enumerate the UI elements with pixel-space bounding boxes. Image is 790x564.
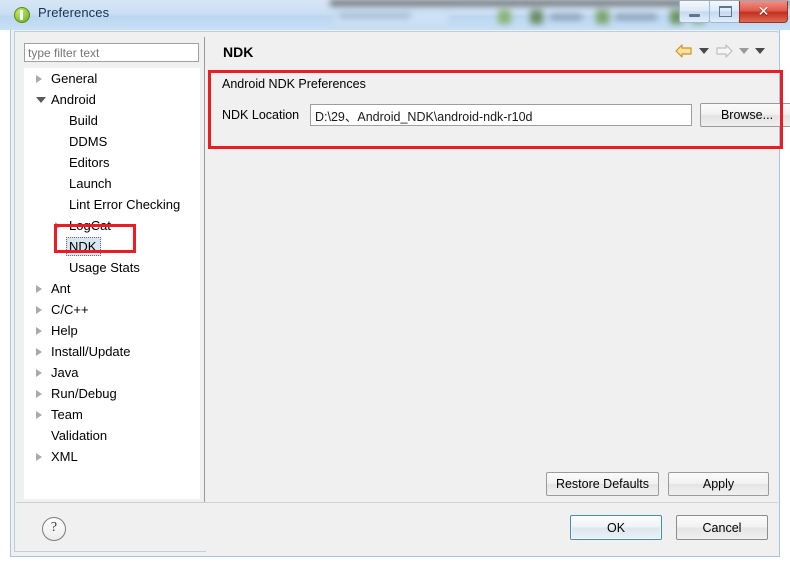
arrow-left-icon[interactable] [675, 44, 693, 58]
sidebar-item-label: Build [69, 113, 98, 128]
window-titlebar[interactable]: Preferences ✕ [0, 0, 790, 30]
chevron-right-icon[interactable] [36, 75, 42, 83]
sidebar-item-java[interactable]: Java [24, 362, 200, 383]
minimize-icon [689, 14, 700, 17]
sidebar-item-label: Validation [51, 428, 108, 443]
sidebar-item-lint-error-checking[interactable]: Lint Error Checking [24, 194, 200, 215]
sidebar-item-ndk[interactable]: NDK [24, 236, 200, 257]
apply-button[interactable]: Apply [668, 472, 769, 496]
sidebar-item-label: Ant [51, 281, 71, 296]
sidebar-item-label: DDMS [69, 134, 108, 149]
restore-defaults-button[interactable]: Restore Defaults [546, 472, 659, 496]
arrow-right-icon [715, 44, 733, 58]
sidebar-item-label: Android [51, 92, 96, 107]
sidebar-item-android[interactable]: Android [24, 89, 200, 110]
ndk-location-label: NDK Location [222, 108, 300, 122]
sidebar-item-general[interactable]: General [24, 68, 200, 89]
sidebar-item-help[interactable]: Help [24, 320, 200, 341]
sidebar-item-ant[interactable]: Ant [24, 278, 200, 299]
sidebar-item-validation[interactable]: Validation [24, 425, 200, 446]
sidebar-item-label: Java [51, 365, 79, 380]
maximize-icon [719, 6, 732, 17]
sidebar-item-ddms[interactable]: DDMS [24, 131, 200, 152]
page-title: NDK [223, 44, 254, 60]
browse-button[interactable]: Browse... [700, 103, 790, 127]
sidebar-item-label: Launch [69, 176, 112, 191]
page-nav-icons [675, 44, 765, 58]
chevron-down-icon[interactable] [36, 97, 46, 103]
close-button[interactable]: ✕ [739, 1, 788, 23]
sidebar-item-label: Lint Error Checking [69, 197, 181, 212]
sidebar-item-build[interactable]: Build [24, 110, 200, 131]
sidebar-item-label: NDK [69, 239, 97, 254]
chevron-right-icon[interactable] [55, 222, 61, 230]
sidebar-item-xml[interactable]: XML [24, 446, 200, 467]
maximize-button[interactable] [709, 1, 740, 23]
dialog-footer: ? OK Cancel [16, 503, 778, 551]
sidebar-item-run-debug[interactable]: Run/Debug [24, 383, 200, 404]
chevron-right-icon[interactable] [36, 327, 42, 335]
group-title: Android NDK Preferences [222, 77, 366, 91]
chevron-right-icon[interactable] [36, 306, 42, 314]
sidebar-item-label: Help [51, 323, 78, 338]
sidebar-item-c-c[interactable]: C/C++ [24, 299, 200, 320]
chevron-right-icon[interactable] [36, 369, 42, 377]
dialog-body: General Android Build DDMS Editors Launch Lint… [14, 31, 790, 552]
window-title: Preferences [38, 5, 110, 20]
sidebar-item-install-update[interactable]: Install/Update [24, 341, 200, 362]
sidebar-item-usage-stats[interactable]: Usage Stats [24, 257, 200, 278]
window-controls: ✕ [679, 1, 788, 23]
sidebar-item-label: Usage Stats [69, 260, 140, 275]
ndk-location-row: NDK Location Browse... [222, 103, 790, 127]
ndk-location-input[interactable] [310, 104, 692, 126]
sidebar-item-logcat[interactable]: LogCat [24, 215, 200, 236]
sidebar-item-label: Run/Debug [51, 386, 117, 401]
view-menu-chevron-down-icon[interactable] [755, 48, 765, 54]
sidebar-item-launch[interactable]: Launch [24, 173, 200, 194]
sidebar-item-editors[interactable]: Editors [24, 152, 200, 173]
sidebar-item-label: Editors [69, 155, 110, 170]
pane-divider [204, 37, 205, 503]
sidebar-item-label: Install/Update [51, 344, 131, 359]
cancel-button[interactable]: Cancel [676, 515, 768, 540]
back-history-chevron-down-icon[interactable] [699, 48, 709, 54]
sidebar-item-label: LogCat [69, 218, 111, 233]
sidebar-item-team[interactable]: Team [24, 404, 200, 425]
sidebar-item-label: Team [51, 407, 83, 422]
dialog-frame: General Android Build DDMS Editors Launch Lint… [10, 30, 790, 557]
sidebar-item-label: XML [51, 449, 78, 464]
chevron-right-icon[interactable] [36, 411, 42, 419]
help-icon[interactable]: ? [42, 517, 66, 541]
sidebar-item-label: General [51, 71, 98, 86]
chevron-right-icon[interactable] [36, 348, 42, 356]
close-icon: ✕ [757, 3, 770, 19]
preferences-tree[interactable]: General Android Build DDMS Editors Launch Lint… [24, 68, 200, 499]
filter-input[interactable] [24, 43, 199, 62]
preferences-dialog-screenshot: Preferences ✕ General Android Build DDMS Edi… [0, 0, 790, 564]
ok-button[interactable]: OK [570, 515, 662, 540]
chevron-right-icon[interactable] [36, 285, 42, 293]
sidebar-item-label: C/C++ [51, 302, 89, 317]
chevron-right-icon[interactable] [36, 453, 42, 461]
minimize-button[interactable] [679, 1, 710, 23]
forward-history-chevron-down-icon [739, 48, 749, 54]
preferences-window-icon [14, 7, 30, 23]
chevron-right-icon[interactable] [36, 390, 42, 398]
content-pane: NDK Android NDK Preferences NDK Location… [206, 33, 790, 552]
